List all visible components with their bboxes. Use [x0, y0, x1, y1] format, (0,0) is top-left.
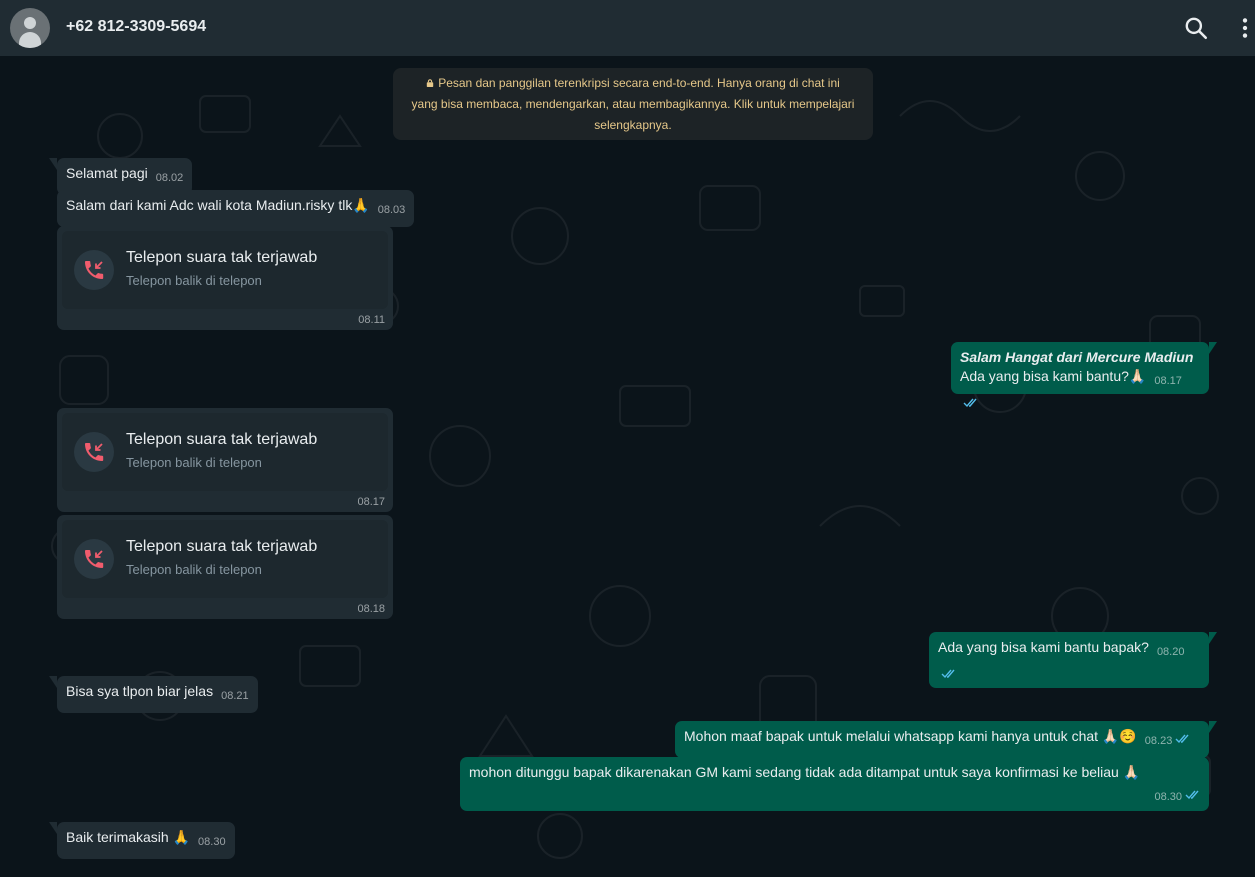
message-incoming[interactable]: Salam dari kami Adc wali kota Madiun.ris…: [57, 190, 415, 227]
message-incoming[interactable]: Bisa sya tlpon biar jelas 08.21: [49, 676, 258, 713]
message-time: 08.21: [221, 690, 249, 702]
search-icon[interactable]: [1183, 15, 1209, 41]
message-time: 08.03: [377, 204, 406, 216]
missed-call-bubble[interactable]: Telepon suara tak terjawab Telepon balik…: [57, 408, 393, 512]
message-text: Mohon maaf bapak untuk melalui whatsapp …: [684, 728, 1137, 744]
message-time: 08.18: [357, 603, 385, 615]
message-text: Bisa sya tlpon biar jelas: [66, 683, 214, 699]
message-incoming[interactable]: Baik terimakasih 🙏 08.30: [49, 822, 235, 859]
lock-icon: [427, 79, 434, 87]
missed-call-icon: [85, 443, 104, 461]
message-text: Ada yang bisa kami bantu bapak?: [938, 639, 1149, 655]
call-subtitle: Telepon balik di telepon: [126, 455, 262, 470]
chat-header: +62 812-3309-5694: [0, 0, 1255, 56]
missed-call-icon: [85, 550, 104, 568]
call-title: Telepon suara tak terjawab: [126, 249, 318, 266]
message-text: Selamat pagi: [66, 165, 148, 181]
message-time: 08.11: [358, 314, 385, 326]
message-time: 08.17: [1154, 375, 1182, 387]
message-time: 08.30: [1154, 791, 1182, 803]
message-outgoing[interactable]: Mohon maaf bapak untuk melalui whatsapp …: [675, 721, 1217, 758]
message-time: 08.17: [357, 496, 385, 508]
call-title: Telepon suara tak terjawab: [126, 431, 318, 448]
message-text: mohon ditunggu bapak dikarenakan GM kami…: [469, 764, 1141, 780]
missed-call-card[interactable]: Telepon suara tak terjawab Telepon balik…: [62, 520, 388, 598]
read-ticks-icon: [941, 669, 955, 679]
read-ticks-icon: [1185, 790, 1199, 800]
call-subtitle: Telepon balik di telepon: [126, 562, 262, 577]
chat-panel[interactable]: Pesan dan panggilan terenkripsi secara e…: [0, 56, 1255, 877]
message-text: Salam dari kami Adc wali kota Madiun.ris…: [66, 197, 370, 213]
missed-call-card[interactable]: Telepon suara tak terjawab Telepon balik…: [62, 413, 388, 491]
missed-call-bubble[interactable]: Telepon suara tak terjawab Telepon balik…: [57, 226, 393, 330]
call-subtitle: Telepon balik di telepon: [126, 273, 262, 288]
call-title: Telepon suara tak terjawab: [126, 538, 318, 555]
menu-icon[interactable]: [1232, 15, 1255, 41]
message-time: 08.20: [1156, 646, 1185, 658]
missed-call-bubble[interactable]: Telepon suara tak terjawab Telepon balik…: [57, 515, 393, 619]
message-text: Baik terimakasih 🙏: [66, 829, 191, 845]
notice-line-1: Pesan dan panggilan terenkripsi secara e…: [438, 76, 840, 90]
contact-name[interactable]: +62 812-3309-5694: [66, 18, 206, 36]
message-time: 08.23: [1144, 735, 1173, 747]
encryption-notice[interactable]: Pesan dan panggilan terenkripsi secara e…: [393, 68, 873, 140]
message-outgoing[interactable]: Salam Hangat dari Mercure Madiun Ada yan…: [951, 342, 1217, 408]
notice-line-3: selengkapnya.: [594, 118, 672, 132]
read-ticks-icon: [1175, 734, 1189, 744]
message-text: Ada yang bisa kami bantu?🙏🏻: [960, 368, 1147, 384]
read-ticks-icon: [963, 398, 977, 408]
missed-call-card[interactable]: Telepon suara tak terjawab Telepon balik…: [62, 231, 388, 309]
message-outgoing[interactable]: mohon ditunggu bapak dikarenakan GM kami…: [460, 757, 1209, 811]
notice-line-2: yang bisa membaca, mendengarkan, atau me…: [411, 97, 855, 111]
missed-call-icon: [85, 261, 104, 279]
message-time: 08.30: [198, 836, 226, 848]
message-time: 08.02: [155, 172, 184, 184]
message-title: Salam Hangat dari Mercure Madiun: [960, 349, 1194, 365]
avatar[interactable]: [10, 8, 50, 48]
message-outgoing[interactable]: Ada yang bisa kami bantu bapak? 08.20: [929, 632, 1217, 688]
